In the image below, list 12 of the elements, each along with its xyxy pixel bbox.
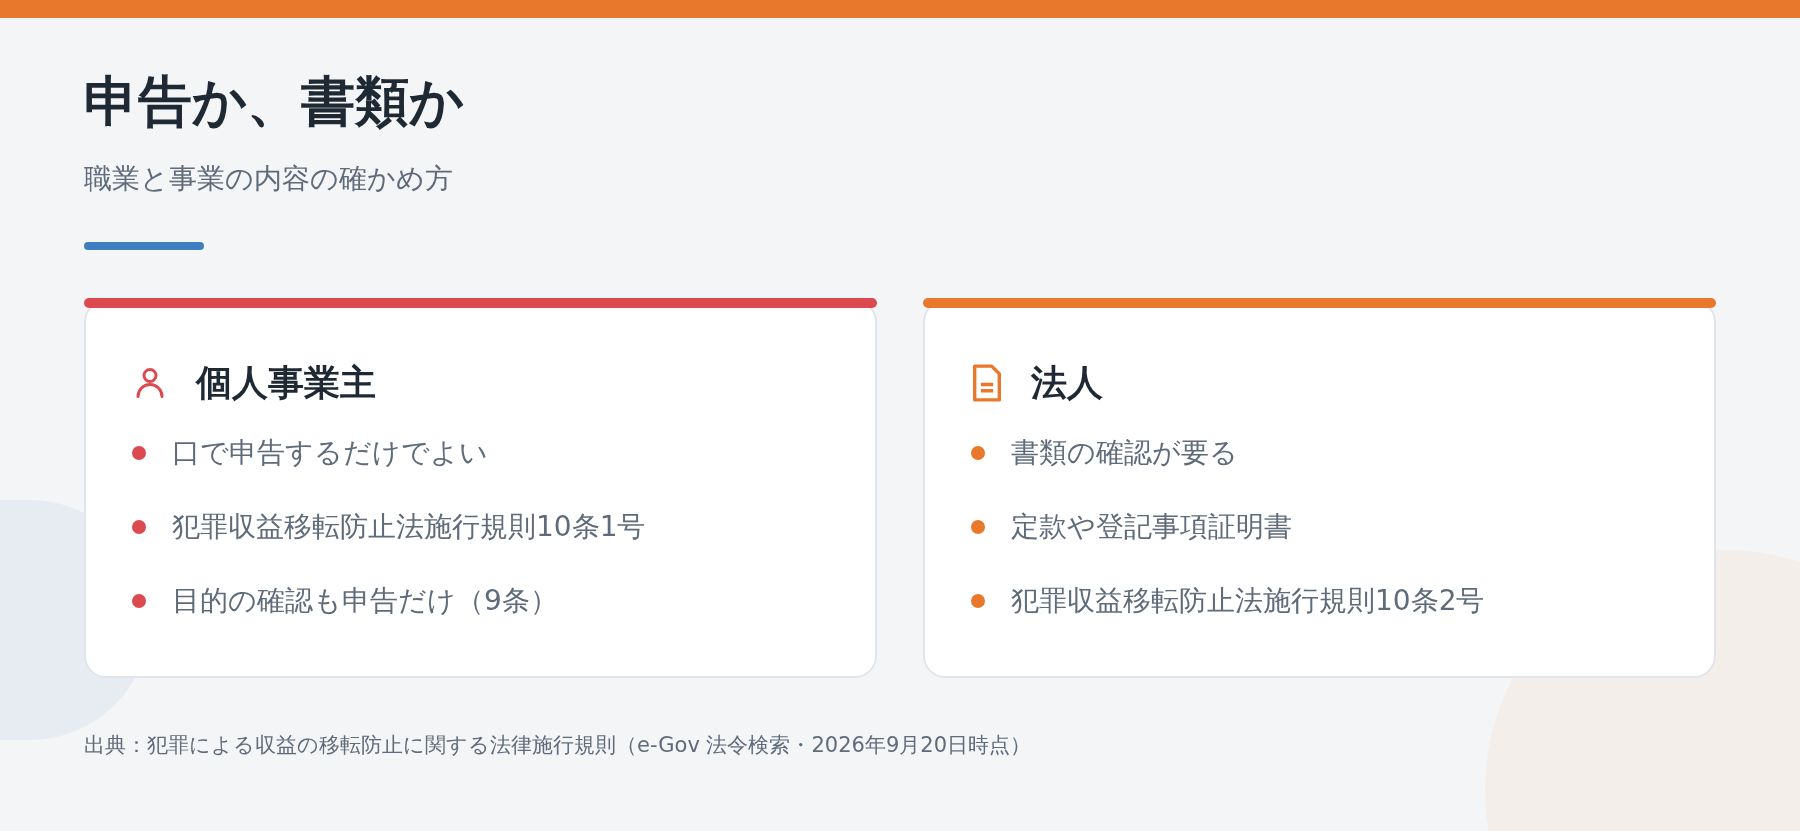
bullet-text: 口で申告するだけでよい bbox=[172, 434, 488, 471]
page-title: 申告か、書類か bbox=[84, 69, 465, 135]
bullet-text: 目的の確認も申告だけ（9条） bbox=[172, 582, 558, 619]
bullet-text: 犯罪収益移転防止法施行規則10条1号 bbox=[172, 508, 646, 545]
page-subtitle: 職業と事業の内容の確かめ方 bbox=[84, 160, 454, 197]
card-heading: 法人 bbox=[1031, 360, 1103, 405]
bullet-text: 書類の確認が要る bbox=[1011, 434, 1238, 471]
card-heading: 個人事業主 bbox=[196, 360, 376, 405]
bullet-text: 定款や登記事項証明書 bbox=[1011, 508, 1292, 545]
document-icon bbox=[971, 362, 1003, 403]
source-note: 出典：犯罪による収益の移転防止に関する法律施行規則（e-Gov 法令検索・2026年9月20日時点） bbox=[84, 731, 1033, 759]
bullet-text: 犯罪収益移転防止法施行規則10条2号 bbox=[1011, 582, 1485, 619]
